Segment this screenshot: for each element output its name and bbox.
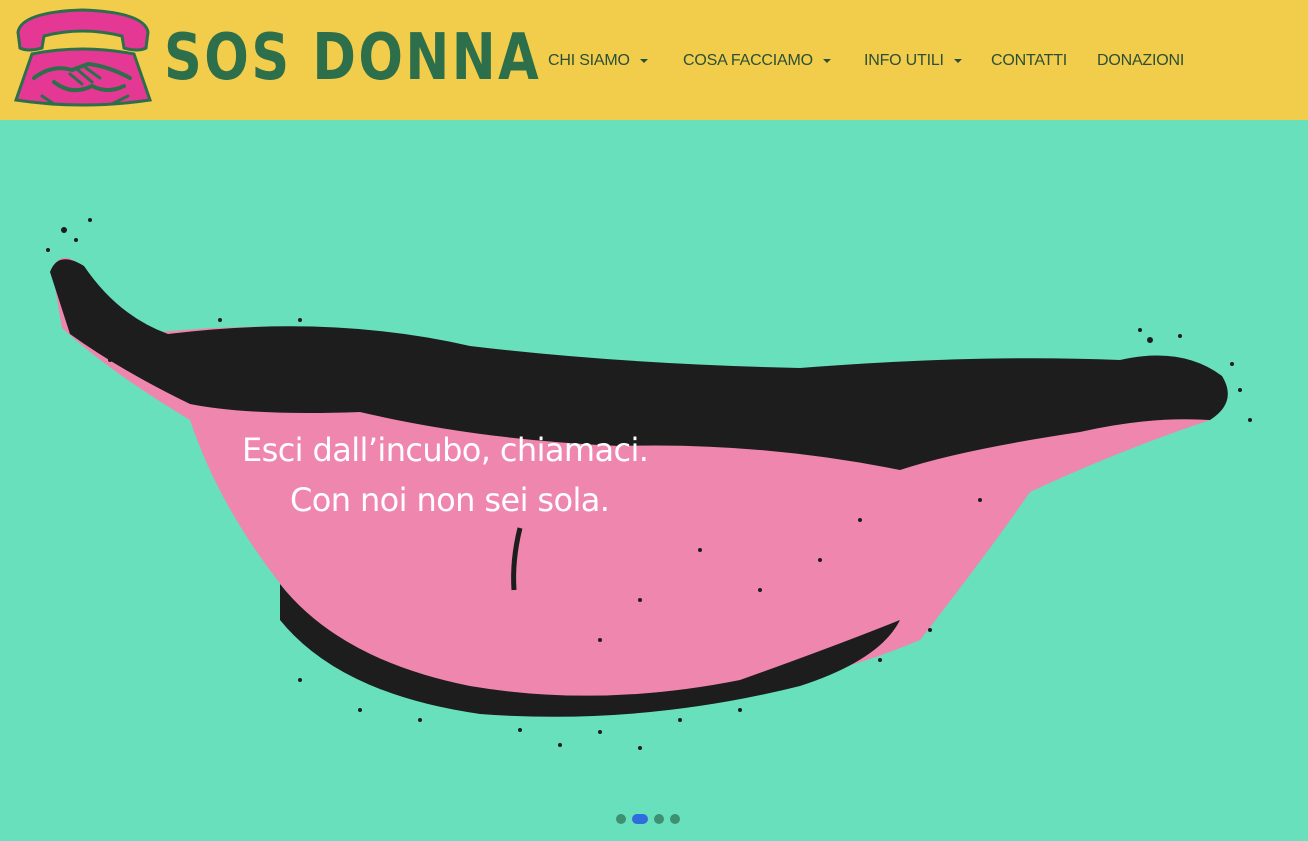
hero-caption-line-2: Con noi non sei sola. — [290, 481, 610, 519]
nav-item-chi-siamo[interactable]: CHI SIAMO — [548, 48, 648, 74]
carousel-indicator-active[interactable] — [632, 814, 648, 824]
site-logo-link[interactable]: SOS DONNA — [12, 4, 539, 116]
caret-down-icon — [953, 59, 962, 63]
nav-item-label: CHI SIAMO — [548, 52, 630, 69]
carousel-indicator[interactable] — [670, 814, 680, 824]
nav-item-label: COSA FACCIAMO — [683, 52, 813, 69]
carousel-indicator[interactable] — [654, 814, 664, 824]
caret-down-icon — [639, 59, 648, 63]
logo-wordmark: SOS DONNA — [164, 21, 542, 95]
nav-item-label: DONAZIONI — [1097, 52, 1185, 69]
nav-item-cosa-facciamo[interactable]: COSA FACCIAMO — [683, 48, 831, 74]
carousel-indicator[interactable] — [616, 814, 626, 824]
nav-item-info-utili[interactable]: INFO UTILI — [864, 48, 962, 74]
nav-item-donazioni[interactable]: DONAZIONI — [1097, 48, 1184, 74]
hero-caption-line-1: Esci dall’incubo, chiamaci. — [242, 431, 649, 469]
carousel-indicators — [616, 814, 680, 824]
telephone-handshake-icon — [13, 8, 153, 107]
nav-item-contatti[interactable]: CONTATTI — [991, 48, 1067, 74]
hero-carousel: Esci dall’incubo, chiamaci. Con noi non … — [0, 120, 1308, 841]
nav-item-label: INFO UTILI — [864, 52, 944, 69]
caret-down-icon — [822, 59, 831, 63]
site-header: SOS DONNA CHI SIAMO COSA FACCIAMO INFO U… — [0, 0, 1308, 120]
lips-illustration — [46, 218, 1252, 750]
nav-item-label: CONTATTI — [991, 52, 1068, 69]
